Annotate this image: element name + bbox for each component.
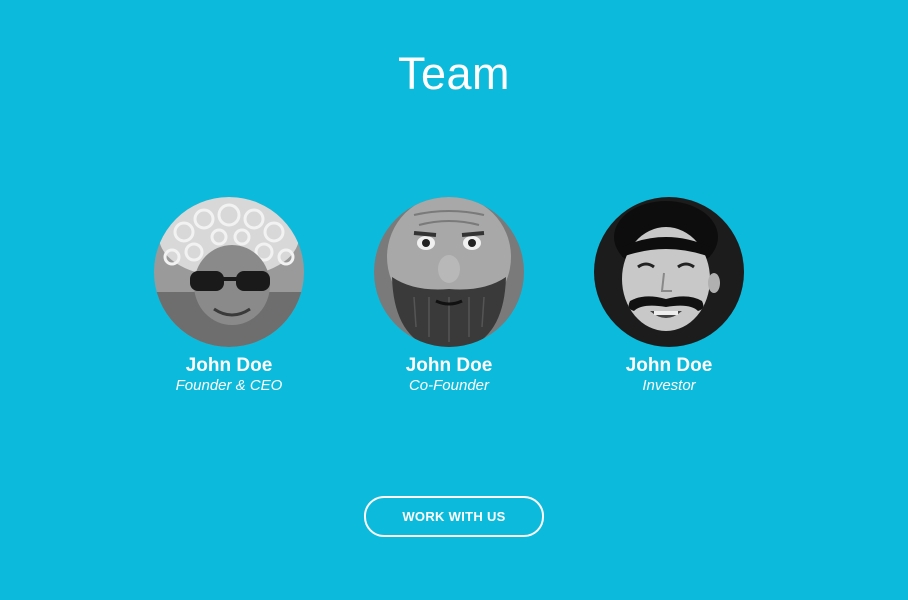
member-photo-avatar xyxy=(374,197,524,347)
section-title: Team xyxy=(397,48,511,99)
member-name: John Doe xyxy=(185,355,273,376)
member-role: Investor xyxy=(642,377,696,394)
member-name: John Doe xyxy=(625,355,713,376)
team-member-card: John Doe Investor xyxy=(569,197,769,395)
member-name: John Doe xyxy=(405,355,493,376)
member-role: Founder & CEO xyxy=(175,377,283,394)
team-member-card: John Doe Founder & CEO xyxy=(129,197,329,395)
member-role: Co-Founder xyxy=(408,377,490,394)
work-with-us-button[interactable]: WORK WITH US xyxy=(364,496,544,537)
member-photo-avatar xyxy=(594,197,744,347)
member-photo-avatar xyxy=(154,197,304,347)
team-member-card: John Doe Co-Founder xyxy=(349,197,549,395)
team-section: Team John Doe Founder & CEO John Doe Co-… xyxy=(0,0,908,600)
